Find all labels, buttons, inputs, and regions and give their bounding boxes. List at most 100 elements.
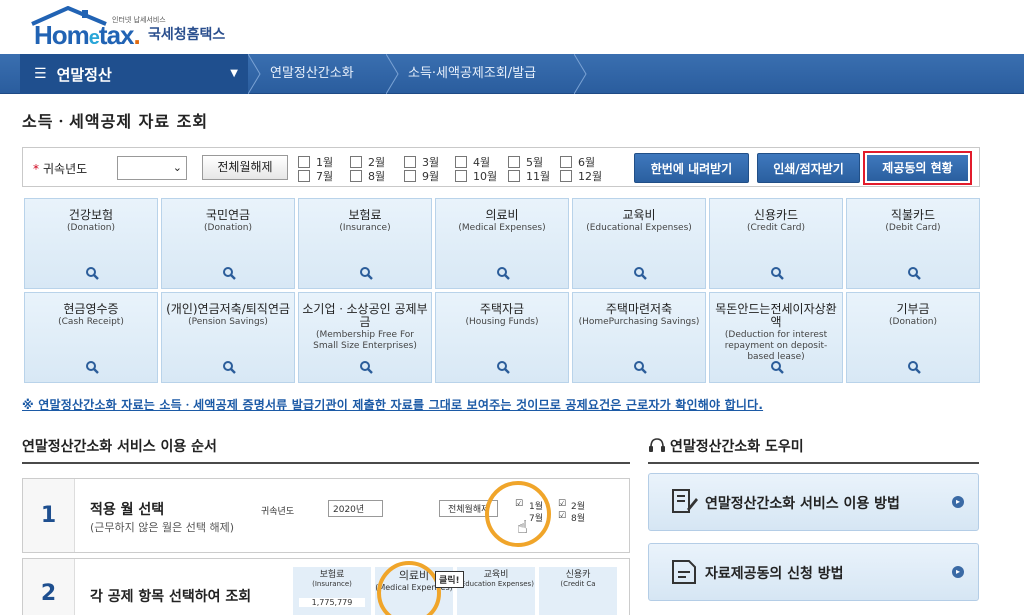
- checkbox-icon[interactable]: [560, 156, 572, 168]
- magnifier-icon[interactable]: [222, 266, 236, 280]
- breadcrumb-separator-icon: [248, 54, 261, 94]
- category-tile[interactable]: 직불카드 (Debit Card): [846, 198, 980, 289]
- checkbox-icon[interactable]: [455, 170, 467, 182]
- checkbox-icon[interactable]: [350, 156, 362, 168]
- checkbox-icon[interactable]: [404, 170, 416, 182]
- nav-menu-dropdown[interactable]: ☰ 연말정산 ▼: [20, 54, 248, 94]
- magnifier-icon[interactable]: [496, 360, 510, 374]
- category-tile[interactable]: 주택마련저축 (HomePurchasing Savings): [572, 292, 706, 383]
- category-tile-subtitle: (Deduction for interest repayment on dep…: [724, 330, 828, 362]
- usage-guide-button[interactable]: 연말정산간소화 서비스 이용 방법 ▸: [648, 473, 979, 531]
- category-tile-subtitle: (Housing Funds): [465, 317, 539, 327]
- checkbox-icon[interactable]: [560, 170, 572, 182]
- magnifier-icon[interactable]: [85, 266, 99, 280]
- nav-menu-label: 연말정산: [56, 65, 112, 84]
- checkbox-icon[interactable]: [298, 156, 310, 168]
- year-field-label: * 귀속년도: [33, 160, 87, 177]
- category-tile-title: 소기업ㆍ소상공인 공제부금: [302, 302, 428, 329]
- category-tile[interactable]: (개인)연금저축/퇴직연금 (Pension Savings): [161, 292, 295, 383]
- site-header: Hometax. 인터넷 납세서비스 국세청홈택스: [0, 0, 1024, 54]
- category-tile-subtitle: (Pension Savings): [188, 317, 268, 327]
- category-tile[interactable]: 소기업ㆍ소상공인 공제부금 (Membership Free For Small …: [298, 292, 432, 383]
- category-tile-title: 주택자금: [479, 302, 525, 316]
- consent-guide-button[interactable]: 자료제공동의 신청 방법 ▸: [648, 543, 979, 601]
- category-tile[interactable]: 기부금 (Donation): [846, 292, 980, 383]
- required-star-icon: *: [33, 162, 39, 176]
- mini-tile-title: 신용카: [565, 570, 591, 580]
- category-tile-title: 주택마련저축: [605, 302, 673, 316]
- download-all-button[interactable]: 한번에 내려받기: [634, 153, 749, 183]
- year-select[interactable]: ⌄: [117, 156, 187, 180]
- headset-icon: [649, 438, 665, 452]
- page-title: 소득ㆍ세액공제 자료 조회: [22, 112, 209, 131]
- month-checkbox-10[interactable]: 10월: [455, 168, 497, 184]
- mini-checkbox-checked-icon: ☑: [558, 511, 567, 521]
- section-divider: [22, 462, 630, 464]
- category-tile-subtitle: (Donation): [204, 223, 252, 233]
- mini-tile-sub: (Education Expenses): [458, 580, 534, 588]
- magnifier-icon[interactable]: [359, 266, 373, 280]
- magnifier-icon[interactable]: [770, 266, 784, 280]
- category-tile[interactable]: 주택자금 (Housing Funds): [435, 292, 569, 383]
- mini-tile-title: 교육비: [483, 570, 509, 580]
- mini-tile-value: 1,775,779: [299, 598, 365, 607]
- month-label: 12월: [578, 170, 603, 183]
- month-checkbox-12[interactable]: 12월: [560, 168, 602, 184]
- category-tile-title: 국민연금: [205, 208, 251, 222]
- checkbox-icon[interactable]: [404, 156, 416, 168]
- magnifier-icon[interactable]: [359, 360, 373, 374]
- document-icon: [672, 560, 696, 584]
- category-tile[interactable]: 건강보험 (Donation): [24, 198, 158, 289]
- step-number: 1: [23, 479, 75, 552]
- category-tile[interactable]: 의료비 (Medical Expenses): [435, 198, 569, 289]
- checkbox-icon[interactable]: [350, 170, 362, 182]
- month-checkbox-7[interactable]: 7월: [298, 168, 333, 184]
- magnifier-icon[interactable]: [770, 360, 784, 374]
- checkbox-icon[interactable]: [298, 170, 310, 182]
- category-tile[interactable]: 국민연금 (Donation): [161, 198, 295, 289]
- click-tooltip: 클릭!: [435, 571, 464, 588]
- category-tile-subtitle: (Educational Expenses): [586, 223, 692, 233]
- magnifier-icon[interactable]: [222, 360, 236, 374]
- checkbox-icon[interactable]: [508, 170, 520, 182]
- checkbox-icon[interactable]: [455, 156, 467, 168]
- category-tile-title: 기부금: [896, 302, 930, 316]
- arrow-circle-icon: ▸: [952, 566, 964, 578]
- magnifier-icon[interactable]: [907, 266, 921, 280]
- magnifier-icon[interactable]: [496, 266, 510, 280]
- magnifier-icon[interactable]: [85, 360, 99, 374]
- category-tile[interactable]: 보험료 (Insurance): [298, 198, 432, 289]
- print-braille-button[interactable]: 인쇄/점자받기: [757, 153, 860, 183]
- provider-consent-status-button[interactable]: 제공동의 현황: [863, 151, 972, 185]
- help-section-title: 연말정산간소화 도우미: [670, 439, 804, 455]
- provider-consent-status-label: 제공동의 현황: [867, 155, 968, 181]
- caret-down-icon: ▼: [230, 68, 238, 79]
- logo-korean-name: 국세청홈택스: [148, 27, 226, 43]
- mini-tile-credit: 신용카 (Credit Ca: [539, 567, 617, 615]
- magnifier-icon[interactable]: [633, 266, 647, 280]
- magnifier-icon[interactable]: [633, 360, 647, 374]
- month-checkbox-9[interactable]: 9월: [404, 168, 439, 184]
- month-label: 9월: [422, 170, 440, 183]
- category-tile-subtitle: (Credit Card): [746, 223, 805, 233]
- breadcrumb-item-deduction-lookup[interactable]: 소득·세액공제조회/발급: [408, 54, 536, 94]
- month-checkbox-8[interactable]: 8월: [350, 168, 385, 184]
- month-label: 8월: [368, 170, 386, 183]
- deselect-all-months-button[interactable]: 전체월해제: [202, 155, 288, 180]
- category-tile-title: 의료비: [485, 208, 519, 222]
- month-checkbox-11[interactable]: 11월: [508, 168, 550, 184]
- hamburger-icon: ☰: [34, 66, 47, 82]
- magnifier-icon[interactable]: [907, 360, 921, 374]
- chevron-down-icon: ⌄: [172, 161, 182, 174]
- checkbox-icon[interactable]: [508, 156, 520, 168]
- step-title: 적용 월 선택: [90, 502, 165, 518]
- hometax-logo[interactable]: Hometax. 인터넷 납세서비스 국세청홈택스: [30, 6, 230, 50]
- category-tile-subtitle: (Cash Receipt): [58, 317, 124, 327]
- category-tile[interactable]: 현금영수증 (Cash Receipt): [24, 292, 158, 383]
- month-label: 10월: [473, 170, 498, 183]
- breadcrumb-item-year-end[interactable]: 연말정산간소화: [270, 54, 354, 94]
- category-tile[interactable]: 교육비 (Educational Expenses): [572, 198, 706, 289]
- category-tile[interactable]: 목돈안드는전세이자상환액 (Deduction for interest repa…: [709, 292, 843, 383]
- category-tile-subtitle: (Membership Free For Small Size Enterpri…: [313, 330, 417, 351]
- category-tile[interactable]: 신용카드 (Credit Card): [709, 198, 843, 289]
